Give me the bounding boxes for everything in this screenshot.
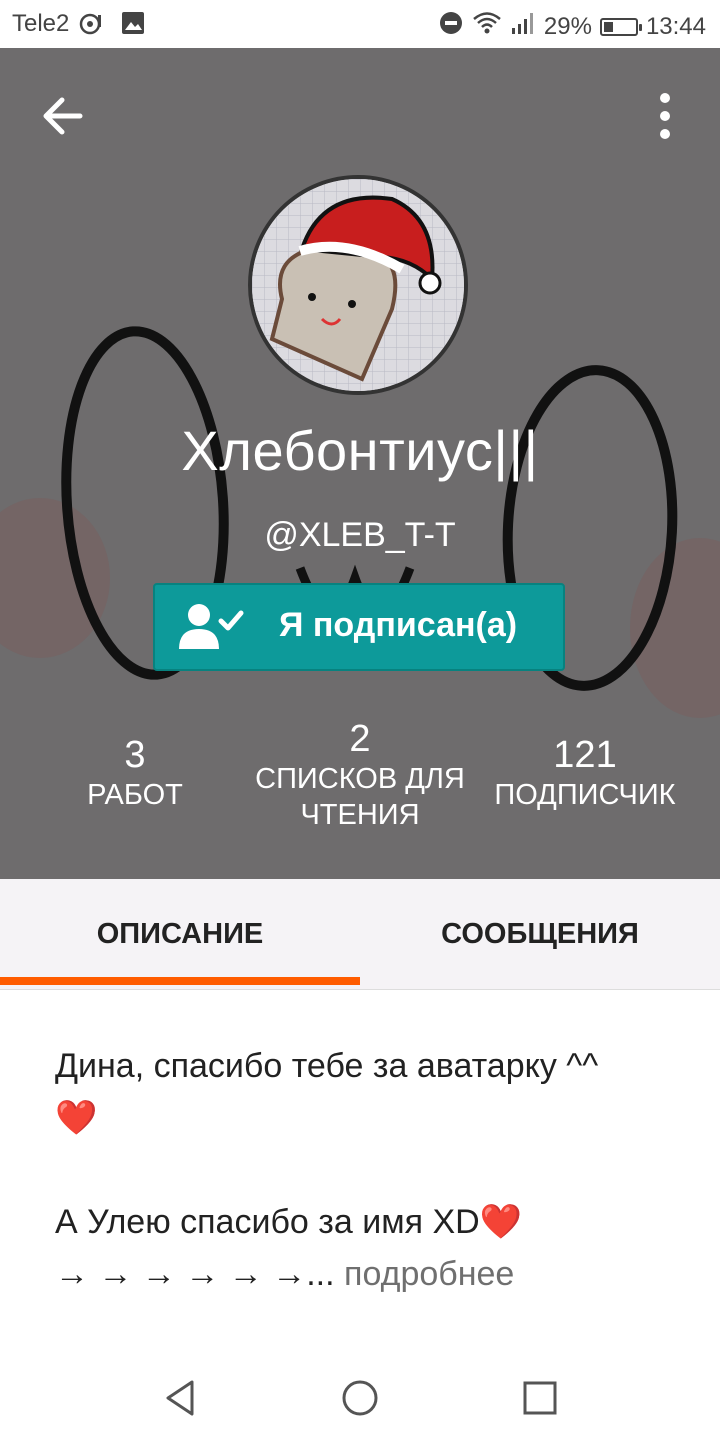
stat-label: РАБОТ xyxy=(87,779,183,811)
arrow-left-icon xyxy=(43,97,83,135)
heart-emoji: ❤️ xyxy=(55,1099,98,1137)
stat-label: ПОДПИСЧИК xyxy=(494,779,676,811)
profile-name: Хлебонтиус||| xyxy=(181,419,539,482)
tab-messages[interactable]: СООБЩЕНИЯ xyxy=(360,879,720,989)
back-button[interactable] xyxy=(34,86,94,146)
stat-value: 3 xyxy=(124,734,146,776)
dnd-icon xyxy=(438,10,464,43)
triangle-back-icon xyxy=(166,1380,194,1416)
nav-back-button[interactable] xyxy=(160,1378,200,1418)
avatar-drawing xyxy=(252,179,464,391)
stat-value: 2 xyxy=(349,718,371,760)
profile-header: Хлебонтиус||| @XLEB_T-T Я подписан(а) 3 … xyxy=(0,48,720,879)
battery-percent: 29% xyxy=(543,12,592,40)
description-line: Дина, спасибо тебе за аватарку ^^ xyxy=(55,1047,599,1085)
active-tab-indicator xyxy=(0,977,360,985)
circle-home-icon xyxy=(342,1380,378,1416)
avatar[interactable] xyxy=(248,175,468,395)
clock: 13:44 xyxy=(645,12,706,40)
carrier-label: Tele2 xyxy=(12,10,70,37)
hotspot-icon xyxy=(78,10,106,45)
tab-bar: ОПИСАНИЕ СООБЩЕНИЯ xyxy=(0,879,720,990)
following-button[interactable]: Я подписан(а) xyxy=(153,583,565,671)
system-nav-bar xyxy=(0,1350,720,1440)
nav-home-button[interactable] xyxy=(340,1378,380,1418)
description-arrows: → → → → → →... xyxy=(55,1255,335,1293)
following-label: Я подписан(а) xyxy=(279,606,518,644)
profile-stats: 3 РАБОТ 2 СПИСКОВ ДЛЯ ЧТЕНИЯ 121 ПОДПИСЧ… xyxy=(0,718,720,858)
square-recents-icon xyxy=(523,1381,557,1415)
nav-recents-button[interactable] xyxy=(520,1378,560,1418)
wifi-icon xyxy=(472,10,502,43)
more-vert-icon xyxy=(660,93,670,139)
description-line: А Улею спасибо за имя XD xyxy=(55,1203,480,1241)
stat-reading-lists[interactable]: 2 СПИСКОВ ДЛЯ ЧТЕНИЯ xyxy=(240,718,480,833)
read-more-link[interactable]: подробнее xyxy=(344,1255,514,1293)
profile-description: Дина, спасибо тебе за аватарку ^^ ❤️ А Ул… xyxy=(55,1040,675,1300)
stat-works[interactable]: 3 РАБОТ xyxy=(45,734,225,813)
stat-value: 121 xyxy=(553,734,617,776)
user-check-icon xyxy=(175,601,245,662)
signal-icon xyxy=(510,10,536,43)
status-bar: Tele2 29% 13:44 xyxy=(0,0,720,48)
stat-label: СПИСКОВ ДЛЯ ЧТЕНИЯ xyxy=(255,763,465,831)
profile-handle: @XLEB_T-T xyxy=(264,516,456,554)
tab-description[interactable]: ОПИСАНИЕ xyxy=(0,879,360,989)
battery-icon xyxy=(599,17,642,36)
heart-emoji: ❤️ xyxy=(479,1203,523,1241)
stat-followers[interactable]: 121 ПОДПИСЧИК xyxy=(480,734,690,813)
gallery-icon xyxy=(120,10,146,43)
more-options-button[interactable] xyxy=(640,86,690,146)
